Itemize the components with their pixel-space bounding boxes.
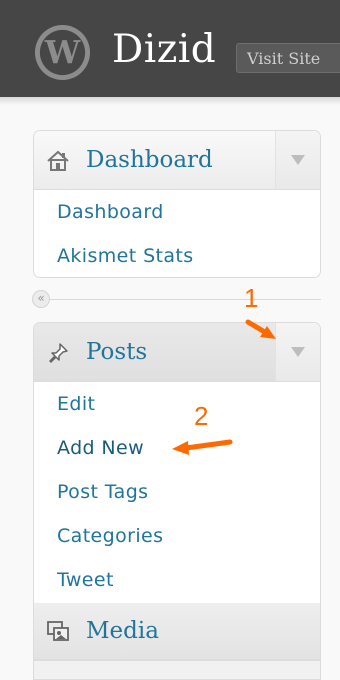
annotation-arrow-2 [172, 439, 233, 455]
